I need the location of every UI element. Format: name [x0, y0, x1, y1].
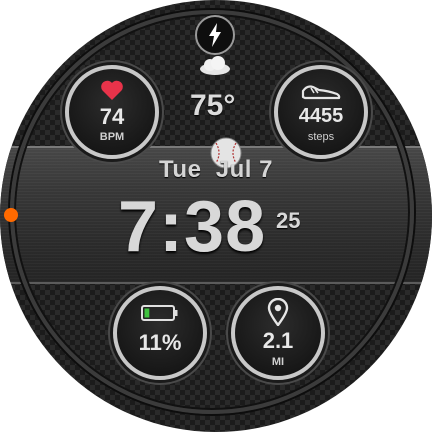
battery-level-fill: [144, 308, 150, 318]
heart-rate-unit: BPM: [99, 131, 125, 143]
time-display: 7:38: [118, 187, 267, 267]
steps-complication[interactable]: 4455 steps: [274, 65, 368, 159]
battery-value: 11%: [138, 330, 182, 355]
distance-value: 2.1: [262, 328, 294, 353]
distance-unit: MI: [271, 356, 285, 368]
seconds-display: 25: [276, 208, 301, 233]
watch-face: 75° 74 BPM 4455 steps Tue Jul 7 7:38 25 …: [0, 0, 432, 432]
date-display: Tue Jul 7: [159, 156, 273, 183]
heart-rate-value: 74: [99, 104, 125, 129]
location-pin-icon: [235, 297, 321, 331]
shoe-icon: [278, 81, 364, 106]
cloud-icon: [197, 54, 233, 81]
heart-icon: [69, 79, 155, 106]
lightning-bolt-icon: [209, 23, 221, 47]
distance-complication[interactable]: 2.1 MI: [231, 286, 325, 380]
steps-unit: steps: [307, 131, 335, 143]
charging-indicator[interactable]: [195, 15, 235, 55]
watch-screen: 75° 74 BPM 4455 steps Tue Jul 7 7:38 25 …: [0, 0, 432, 432]
heart-rate-complication[interactable]: 74 BPM: [65, 65, 159, 159]
indicator-dot: [4, 208, 18, 222]
battery-complication[interactable]: 11%: [113, 286, 207, 380]
weather-temperature[interactable]: 75°: [190, 89, 235, 123]
steps-value: 4455: [298, 105, 344, 127]
battery-icon: [117, 304, 203, 327]
